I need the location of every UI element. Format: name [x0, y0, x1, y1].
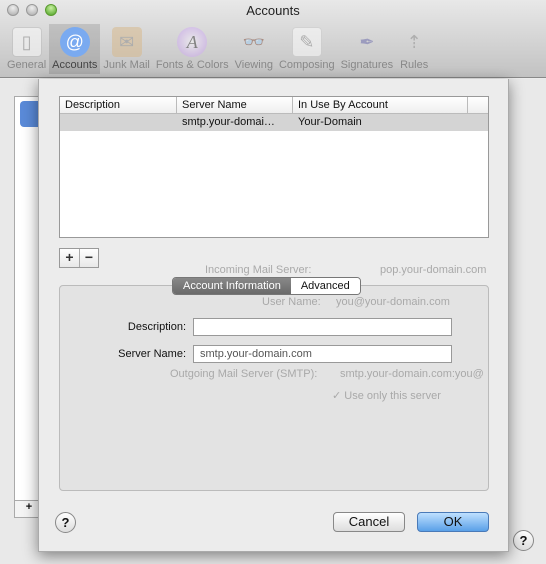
description-label: Description:	[127, 321, 186, 333]
tab-control: Account Information Advanced	[172, 277, 361, 295]
ok-button[interactable]: OK	[417, 512, 489, 532]
toolbar-rules[interactable]: ⇡ Rules	[396, 24, 432, 74]
remove-server-button[interactable]: −	[79, 249, 98, 267]
viewing-icon: 👓	[242, 31, 265, 52]
background-help-button[interactable]: ?	[513, 530, 534, 551]
window-title: Accounts	[246, 3, 300, 18]
signatures-icon: ✒	[359, 31, 375, 52]
junk-mail-icon: ✉	[111, 27, 142, 57]
column-header-in-use-by-account[interactable]: In Use By Account	[293, 97, 468, 113]
toolbar-signatures[interactable]: ✒ Signatures	[338, 24, 397, 74]
composing-icon: ✎	[291, 27, 322, 57]
toolbar-junk-mail[interactable]: ✉ Junk Mail	[100, 24, 152, 74]
column-header-server-name[interactable]: Server Name	[177, 97, 293, 113]
cancel-button[interactable]: Cancel	[333, 512, 405, 532]
tab-panel	[59, 285, 489, 491]
tab-account-information[interactable]: Account Information	[173, 278, 291, 294]
toolbar-viewing[interactable]: 👓 Viewing	[232, 24, 276, 74]
rules-icon: ⇡	[406, 31, 422, 52]
toolbar-composing[interactable]: ✎ Composing	[276, 24, 338, 74]
add-server-button[interactable]: +	[60, 249, 79, 267]
toolbar-fonts-colors[interactable]: A Fonts & Colors	[153, 24, 232, 74]
tab-advanced[interactable]: Advanced	[290, 278, 360, 294]
fonts-icon: A	[177, 27, 208, 57]
table-row[interactable]: smtp.your-domai… Your-Domain	[60, 114, 488, 131]
column-header-description[interactable]: Description	[60, 97, 177, 113]
help-button[interactable]: ?	[55, 512, 76, 533]
server-name-input[interactable]: smtp.your-domain.com	[193, 345, 452, 363]
description-input[interactable]	[193, 318, 452, 336]
title-bar: Accounts ▯ General @ Accounts ✉ Junk Mail A…	[0, 0, 546, 78]
switch-icon: ▯	[11, 27, 42, 57]
at-icon: @	[59, 27, 90, 57]
preferences-toolbar: ▯ General @ Accounts ✉ Junk Mail A Fonts & C…	[4, 24, 432, 74]
smtp-server-sheet: Description Server Name In Use By Accoun…	[38, 79, 509, 552]
add-remove-control: + −	[59, 248, 99, 268]
toolbar-general[interactable]: ▯ General	[4, 24, 49, 74]
toolbar-accounts[interactable]: @ Accounts	[49, 24, 101, 74]
smtp-server-table: Description Server Name In Use By Accoun…	[59, 96, 489, 238]
server-name-label: Server Name:	[118, 348, 186, 360]
